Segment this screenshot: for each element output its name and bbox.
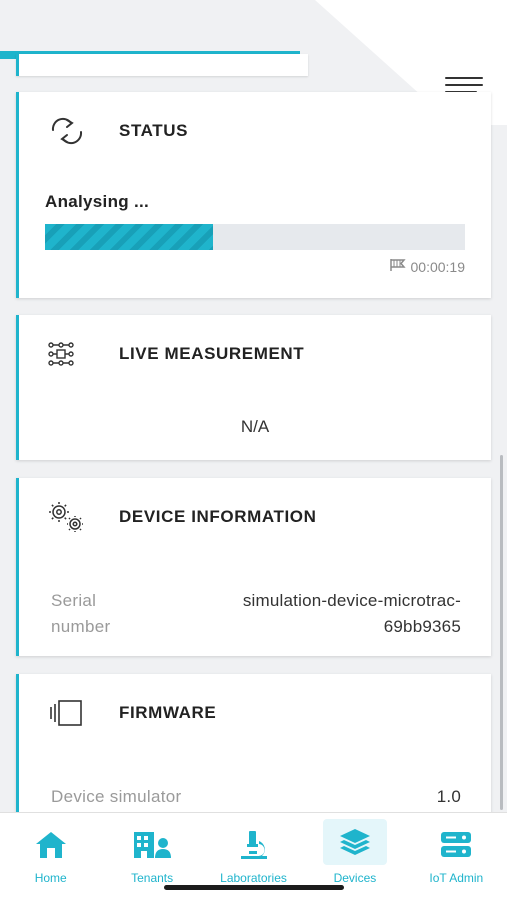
firmware-row: Device simulator 1.0: [51, 784, 461, 810]
tab-iot-admin[interactable]: IoT Admin: [406, 813, 507, 900]
serial-number-value: simulation-device-microtrac-69bb9365: [242, 591, 461, 636]
sensor-grid-icon: [47, 337, 87, 371]
layers-icon: [322, 819, 387, 865]
menu-line: [445, 84, 483, 86]
home-indicator: [164, 885, 344, 890]
serial-number-row: Serial number simulation-device-microtra…: [51, 588, 461, 640]
tab-label: IoT Admin: [429, 871, 484, 885]
live-measurement-value: N/A: [240, 417, 270, 436]
gears-icon: [47, 500, 87, 534]
status-card: STATUS Analysing ... 00:00:19: [16, 92, 491, 298]
tab-home[interactable]: Home: [0, 813, 101, 900]
serial-number-label: Serial number: [51, 591, 111, 636]
tenants-icon: [130, 825, 174, 865]
home-icon: [29, 825, 73, 865]
device-information-card: DEVICE INFORMATION Serial number simulat…: [16, 478, 491, 656]
flag-icon: [389, 258, 407, 275]
progress-fill: [45, 224, 213, 250]
tab-label: Devices: [333, 871, 377, 885]
firmware-card: FIRMWARE Device simulator 1.0: [16, 674, 491, 824]
device-information-title: DEVICE INFORMATION: [119, 507, 317, 526]
firmware-title: FIRMWARE: [119, 703, 217, 722]
firmware-chip-icon: [47, 696, 87, 730]
microscope-icon: [232, 825, 276, 865]
scrollbar[interactable]: [500, 455, 503, 810]
tab-label: Tenants: [131, 871, 174, 885]
live-measurement-title: LIVE MEASUREMENT: [119, 344, 305, 363]
elapsed-time: 00:00:19: [389, 258, 466, 275]
elapsed-time-value: 00:00:19: [410, 258, 466, 275]
analysis-progress-bar: [45, 224, 465, 250]
firmware-version: 1.0: [436, 787, 461, 806]
server-icon: [434, 825, 478, 865]
firmware-label: Device simulator: [51, 787, 182, 806]
tab-label: Home: [34, 871, 67, 885]
refresh-icon: [47, 114, 87, 148]
status-title: STATUS: [119, 121, 189, 140]
previous-card-edge: [16, 54, 308, 76]
live-measurement-card: LIVE MEASUREMENT N/A: [16, 315, 491, 460]
menu-line: [445, 77, 483, 79]
tab-label: Laboratories: [220, 871, 287, 885]
status-text: Analysing ...: [45, 192, 150, 211]
